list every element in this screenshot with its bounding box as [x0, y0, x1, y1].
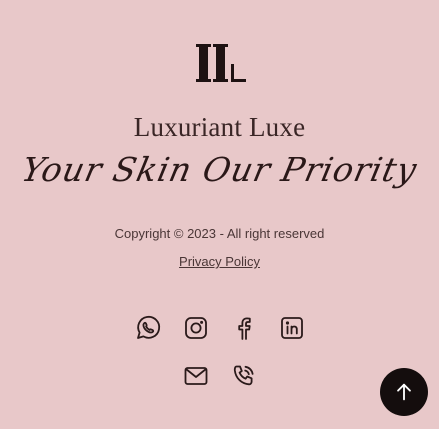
social-links: [0, 313, 439, 343]
arrow-up-icon: [397, 383, 411, 401]
facebook-link[interactable]: [229, 313, 259, 343]
tagline: Your Skin Our Priority: [18, 150, 421, 189]
brand-name: Luxuriant Luxe: [133, 112, 306, 142]
privacy-policy: Privacy Policy: [0, 254, 439, 269]
privacy-policy-link[interactable]: Privacy Policy: [179, 254, 260, 269]
phone-icon: [233, 365, 253, 386]
brand-logo: [196, 44, 248, 84]
ll-monogram-logo-icon: [196, 44, 246, 82]
copyright-text: Copyright © 2023 - All right reserved: [114, 226, 325, 241]
scroll-to-top-button[interactable]: [380, 368, 428, 416]
email-link[interactable]: [181, 361, 211, 391]
instagram-link[interactable]: [181, 313, 211, 343]
linkedin-link[interactable]: [277, 313, 307, 343]
phone-link[interactable]: [229, 361, 259, 391]
linkedin-icon: [280, 317, 303, 339]
facebook-icon: [237, 317, 251, 340]
contact-links: [0, 361, 439, 391]
whatsapp-link[interactable]: [133, 313, 163, 343]
mail-icon: [184, 367, 207, 385]
instagram-icon: [184, 317, 207, 339]
whatsapp-icon: [136, 315, 160, 339]
